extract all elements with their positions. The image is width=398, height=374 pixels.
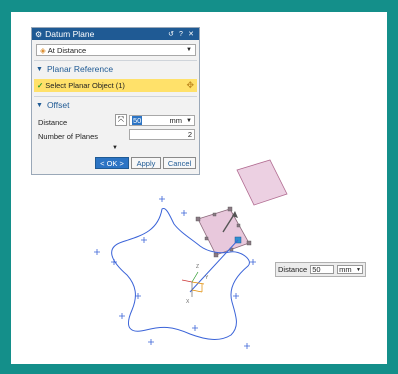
distance-value: 50 [132, 116, 143, 125]
callout-unit-value: mm [339, 265, 352, 274]
datum-plane-preview-far[interactable] [236, 159, 288, 206]
number-of-planes-field[interactable]: 2 [129, 129, 195, 140]
chevron-down-icon: ▼ [186, 47, 192, 53]
svg-text:Y: Y [205, 275, 209, 281]
callout-distance-label: Distance [278, 265, 308, 274]
expand-more-arrow[interactable]: ▼ [112, 145, 118, 151]
number-of-planes-label: Number of Planes [38, 132, 99, 141]
select-planar-object-row[interactable]: ✓ Select Planar Object (1) ✥ [34, 79, 197, 92]
offset-title: Offset [46, 100, 70, 110]
distance-label: Distance [38, 118, 68, 127]
face-selection-icon[interactable]: ✥ [186, 80, 194, 91]
close-icon[interactable]: ✕ [186, 30, 196, 38]
help-icon[interactable]: ? [176, 31, 186, 38]
planar-reference-title: Planar Reference [46, 64, 114, 74]
chevron-down-icon: ▼ [356, 266, 361, 273]
reset-icon[interactable]: ↺ [166, 30, 176, 38]
distance-onscreen-input: Distance 50 mm ▼ [275, 262, 366, 277]
datum-plane-dialog: ⚙ Datum Plane ↺ ? ✕ ◈ At Distance ▼ ▼ Pl… [31, 27, 200, 175]
divider [34, 96, 197, 97]
collapse-triangle-icon: ▼ [36, 101, 43, 109]
at-distance-icon: ◈ [40, 45, 46, 55]
select-planar-object-label: Select Planar Object (1) [45, 81, 125, 90]
distance-unit[interactable]: mm [170, 116, 183, 125]
offset-header[interactable]: ▼ Offset [36, 100, 69, 110]
planar-reference-header[interactable]: ▼ Planar Reference [36, 64, 113, 74]
cancel-button[interactable]: Cancel [163, 157, 196, 169]
svg-text:Z: Z [196, 264, 199, 270]
callout-distance-field[interactable]: 50 [310, 265, 335, 274]
callout-distance-value: 50 [312, 265, 321, 274]
chevron-down-icon[interactable]: ▼ [186, 118, 192, 124]
apply-button[interactable]: Apply [131, 157, 161, 169]
svg-text:X: X [186, 299, 190, 305]
check-icon: ✓ [37, 81, 44, 90]
dialog-titlebar: ⚙ Datum Plane ↺ ? ✕ [32, 28, 199, 40]
type-dropdown-value: At Distance [47, 45, 87, 55]
ok-button[interactable]: < OK > [95, 157, 129, 169]
type-dropdown[interactable]: ◈ At Distance ▼ [36, 44, 196, 56]
dialog-title: Datum Plane [45, 29, 95, 39]
measure-icon[interactable]: ⤧ [115, 114, 127, 126]
gear-icon: ⚙ [35, 29, 43, 39]
callout-unit-select[interactable]: mm ▼ [337, 265, 363, 274]
collapse-triangle-icon: ▼ [36, 65, 43, 73]
number-of-planes-value: 2 [187, 130, 192, 139]
distance-field[interactable]: 50 mm ▼ [129, 115, 195, 126]
csys-triad: Z Y X [181, 264, 209, 305]
divider [34, 60, 197, 61]
